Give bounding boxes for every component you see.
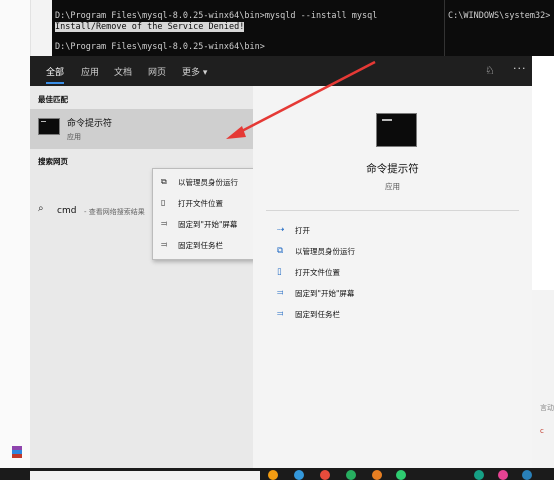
detail-app-type: 应用 <box>385 182 400 191</box>
pin-icon: ⫤ <box>277 309 284 319</box>
detail-app-name: 命令提示符 <box>366 163 419 175</box>
tab-all[interactable]: 全部 <box>46 65 64 78</box>
divider <box>266 210 519 211</box>
taskbar <box>0 468 554 480</box>
action-open[interactable]: ⇢ 打开 <box>277 222 517 240</box>
results-pane: 最佳匹配 命令提示符 应用 搜索网页 ⌕ cmd - 查看网络搜索结果 ⧉ 以管… <box>30 86 256 468</box>
active-tab-indicator <box>46 82 64 84</box>
tab-apps[interactable]: 应用 <box>81 65 99 78</box>
tab-web[interactable]: 网页 <box>148 65 166 78</box>
context-open-file-location[interactable]: ▯ 打开文件位置 <box>153 193 255 213</box>
tab-more[interactable]: 更多 ▾ <box>182 65 207 78</box>
best-match-type: 应用 <box>67 133 81 141</box>
open-icon: ⇢ <box>277 225 285 235</box>
action-label: 打开 <box>295 226 310 235</box>
context-item-label: 固定到任务栏 <box>178 241 223 250</box>
action-pin-to-taskbar[interactable]: ⫤ 固定到任务栏 <box>277 306 517 324</box>
desktop-background-lower <box>532 290 554 468</box>
taskbar-app-icon[interactable] <box>346 470 356 480</box>
search-icon: ⌕ <box>38 203 44 214</box>
pin-icon: ⫤ <box>161 219 168 228</box>
tab-documents[interactable]: 文档 <box>114 65 132 78</box>
context-item-label: 打开文件位置 <box>178 199 223 208</box>
context-menu: ⧉ 以管理员身份运行 ▯ 打开文件位置 ⫤ 固定到"开始"屏幕 ⫤ 固定到任务栏 <box>152 168 256 260</box>
command-prompt-icon <box>38 118 60 135</box>
pin-icon: ⫤ <box>161 240 168 249</box>
best-match-item[interactable]: 命令提示符 应用 <box>30 109 253 149</box>
console-window-secondary[interactable]: C:\WINDOWS\system32> <box>444 0 554 56</box>
web-search-heading: 搜索网页 <box>38 157 68 166</box>
console2-path: C:\WINDOWS\system32> <box>448 11 551 21</box>
taskbar-app-icon[interactable] <box>320 470 330 480</box>
taskbar-app-icon[interactable] <box>396 470 406 480</box>
web-search-query: cmd <box>57 206 77 216</box>
context-item-label: 以管理员身份运行 <box>178 178 238 187</box>
taskbar-app-icon[interactable] <box>372 470 382 480</box>
context-run-as-admin[interactable]: ⧉ 以管理员身份运行 <box>153 172 255 192</box>
best-match-name: 命令提示符 <box>67 119 113 129</box>
action-pin-to-start[interactable]: ⫤ 固定到"开始"屏幕 <box>277 285 517 303</box>
filter-tab-bar: 全部 应用 文档 网页 更多 ▾ ♘ ··· <box>30 56 532 86</box>
winrar-icon[interactable] <box>12 446 22 458</box>
context-pin-to-start[interactable]: ⫤ 固定到"开始"屏幕 <box>153 214 255 234</box>
action-label: 以管理员身份运行 <box>295 247 355 256</box>
taskbar-app-icon[interactable] <box>294 470 304 480</box>
console-line-1: D:\Program Files\mysql-8.0.25-winx64\bin… <box>55 11 378 21</box>
feedback-icon[interactable]: ♘ <box>485 64 495 77</box>
open-file-location-icon: ▯ <box>277 267 282 277</box>
taskbar-app-icon[interactable] <box>498 470 508 480</box>
action-run-as-admin[interactable]: ⧉ 以管理员身份运行 <box>277 243 517 261</box>
command-prompt-icon-large <box>376 113 417 147</box>
desktop-strip <box>0 0 31 468</box>
edge-text: 言动 <box>540 404 554 412</box>
context-item-label: 固定到"开始"屏幕 <box>178 220 238 229</box>
action-label: 固定到"开始"屏幕 <box>295 289 355 298</box>
desktop-background <box>532 56 554 290</box>
start-search-panel: 全部 应用 文档 网页 更多 ▾ ♘ ··· 最佳匹配 命令提示符 应用 搜索网… <box>30 56 532 468</box>
more-options-icon[interactable]: ··· <box>513 62 527 75</box>
action-label: 打开文件位置 <box>295 268 340 277</box>
open-file-location-icon: ▯ <box>161 198 166 207</box>
edge-text-red: c <box>540 427 544 435</box>
console-line-2: Install/Remove of the Service Denied! <box>55 22 245 32</box>
context-pin-to-taskbar[interactable]: ⫤ 固定到任务栏 <box>153 235 255 255</box>
taskbar-app-icon[interactable] <box>522 470 532 480</box>
run-as-admin-icon: ⧉ <box>161 177 167 186</box>
action-open-file-location[interactable]: ▯ 打开文件位置 <box>277 264 517 282</box>
action-label: 固定到任务栏 <box>295 310 340 319</box>
taskbar-app-icon[interactable] <box>268 470 278 480</box>
pin-icon: ⫤ <box>277 288 284 298</box>
taskbar-app-icon[interactable] <box>474 470 484 480</box>
console-line-3: D:\Program Files\mysql-8.0.25-winx64\bin… <box>55 42 265 52</box>
console-window[interactable]: D:\Program Files\mysql-8.0.25-winx64\bin… <box>52 0 444 56</box>
detail-pane: 命令提示符 应用 ⇢ 打开 ⧉ 以管理员身份运行 ▯ 打开文件位置 ⫤ 固定到"… <box>253 86 532 468</box>
run-as-admin-icon: ⧉ <box>277 246 284 256</box>
best-match-heading: 最佳匹配 <box>38 95 68 104</box>
taskbar-search-box[interactable] <box>30 471 260 480</box>
